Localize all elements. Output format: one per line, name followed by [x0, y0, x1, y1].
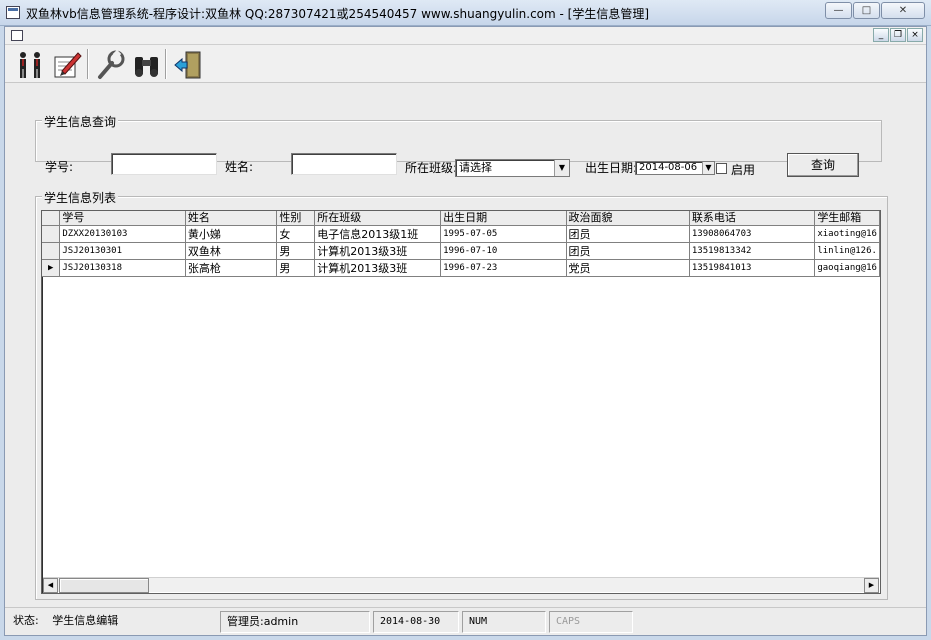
- list-group-label: 学生信息列表: [42, 189, 119, 206]
- mdi-child-bar: _ ❐ ×: [5, 27, 926, 45]
- class-select[interactable]: 请选择 ▼: [455, 159, 570, 177]
- table-row[interactable]: DZXX20130103 黄小娣 女 电子信息2013级1班 1995-07-0…: [42, 225, 880, 243]
- window-titlebar: 双鱼林vb信息管理系统-程序设计:双鱼林 QQ:287307421或254540…: [0, 0, 931, 26]
- table-row[interactable]: ▶ JSJ20130318 张高枪 男 计算机2013级3班 1996-07-2…: [42, 259, 880, 277]
- birth-date-picker[interactable]: 2014-08-06 ▼: [635, 161, 715, 175]
- binoculars-icon: [135, 57, 158, 77]
- scroll-left-icon[interactable]: ◀: [43, 578, 58, 593]
- scroll-thumb[interactable]: [59, 578, 149, 593]
- cell-email[interactable]: linlin@126.: [814, 242, 880, 260]
- column-header[interactable]: 政治面貌: [566, 211, 690, 226]
- exit-button[interactable]: [171, 48, 205, 80]
- close-button[interactable]: ✕: [881, 2, 925, 19]
- app-icon: [6, 6, 20, 19]
- student-id-label: 学号:: [45, 160, 74, 174]
- column-header[interactable]: 学号: [59, 211, 186, 226]
- status-value: 学生信息编辑: [52, 614, 119, 627]
- cell-gender[interactable]: 男: [276, 259, 316, 277]
- minimize-button[interactable]: —: [825, 2, 852, 19]
- cell-politics[interactable]: 党员: [566, 259, 690, 277]
- student-grid[interactable]: 学号 姓名 性别 所在班级 出生日期 政治面貌 联系电话 学生邮箱 DZXX20…: [41, 210, 881, 594]
- cell-name[interactable]: 张高枪: [185, 259, 278, 277]
- cell-class[interactable]: 计算机2013级3班: [314, 242, 442, 260]
- cell-gender[interactable]: 女: [276, 225, 316, 243]
- birth-date-value: 2014-08-06: [639, 162, 698, 173]
- table-row[interactable]: JSJ20130301 双鱼林 男 计算机2013级3班 1996-07-10 …: [42, 242, 880, 260]
- cell-birth-date[interactable]: 1995-07-05: [440, 225, 567, 243]
- window-title: 双鱼林vb信息管理系统-程序设计:双鱼林 QQ:287307421或254540…: [26, 7, 650, 21]
- students-button[interactable]: [13, 48, 47, 80]
- date-panel: 2014-08-30: [373, 611, 459, 633]
- column-header[interactable]: 学生邮箱: [814, 211, 880, 226]
- enable-date-label: 启用: [731, 163, 756, 177]
- current-row-marker[interactable]: ▶: [42, 259, 61, 277]
- toolbar-separator: [165, 49, 167, 79]
- table-header-row: 学号 姓名 性别 所在班级 出生日期 政治面貌 联系电话 学生邮箱: [42, 211, 880, 226]
- cell-student-id[interactable]: DZXX20130103: [59, 225, 186, 243]
- exit-door-icon: [174, 51, 201, 79]
- num-lock-panel: NUM: [462, 611, 546, 633]
- class-select-value: 请选择: [459, 161, 492, 174]
- row-selector[interactable]: [42, 225, 61, 243]
- student-id-input[interactable]: [111, 153, 217, 175]
- status-label: 状态:: [13, 614, 39, 627]
- column-header[interactable]: 出生日期: [440, 211, 567, 226]
- students-icon: [20, 52, 40, 78]
- search-button-toolbar[interactable]: [129, 48, 163, 80]
- cell-politics[interactable]: 团员: [566, 242, 690, 260]
- row-selector[interactable]: [42, 242, 61, 260]
- toolbar: [5, 45, 926, 83]
- column-header[interactable]: 性别: [276, 211, 316, 226]
- name-input[interactable]: [291, 153, 397, 175]
- document-icon: [11, 30, 23, 41]
- cell-birth-date[interactable]: 1996-07-10: [440, 242, 567, 260]
- column-header[interactable]: 联系电话: [689, 211, 816, 226]
- edit-document-icon: [54, 52, 82, 78]
- cell-gender[interactable]: 男: [276, 242, 316, 260]
- main-window: _ ❐ × 学生信息查询 学号: 姓名: 所在班级: 请选择 ▼ 出生日期: 2…: [4, 26, 927, 636]
- mdi-controls: _ ❐ ×: [873, 28, 923, 42]
- scroll-right-icon[interactable]: ▶: [864, 578, 879, 593]
- horizontal-scrollbar[interactable]: ◀ ▶: [43, 577, 879, 593]
- cell-phone[interactable]: 13519841013: [689, 259, 816, 277]
- column-header[interactable]: 所在班级: [314, 211, 442, 226]
- cell-phone[interactable]: 13519813342: [689, 242, 816, 260]
- search-button[interactable]: 查询: [787, 153, 859, 177]
- cell-phone[interactable]: 13908064703: [689, 225, 816, 243]
- cell-politics[interactable]: 团员: [566, 225, 690, 243]
- cell-student-id[interactable]: JSJ20130301: [59, 242, 186, 260]
- cell-student-id[interactable]: JSJ20130318: [59, 259, 186, 277]
- cell-email[interactable]: xiaoting@16: [814, 225, 880, 243]
- status-panel: 状态: 学生信息编辑: [7, 611, 217, 633]
- cell-class[interactable]: 电子信息2013级1班: [314, 225, 442, 243]
- column-header[interactable]: 姓名: [185, 211, 278, 226]
- tools-icon: [98, 49, 125, 79]
- mdi-restore-button[interactable]: ❐: [890, 28, 906, 42]
- query-group-label: 学生信息查询: [42, 113, 119, 130]
- student-table: 学号 姓名 性别 所在班级 出生日期 政治面貌 联系电话 学生邮箱 DZXX20…: [42, 211, 880, 277]
- client-area: 学生信息查询 学号: 姓名: 所在班级: 请选择 ▼ 出生日期: 2014-08…: [5, 83, 926, 613]
- edit-button[interactable]: [49, 48, 83, 80]
- birth-date-label: 出生日期:: [585, 161, 638, 175]
- admin-panel: 管理员:admin: [220, 611, 370, 633]
- maximize-button[interactable]: □: [853, 2, 880, 19]
- cell-class[interactable]: 计算机2013级3班: [314, 259, 442, 277]
- toolbar-separator: [87, 49, 89, 79]
- window-controls: — □ ✕: [825, 2, 925, 19]
- cell-name[interactable]: 黄小娣: [185, 225, 278, 243]
- class-label: 所在班级:: [405, 161, 458, 175]
- name-label: 姓名:: [225, 160, 254, 174]
- caps-lock-panel: CAPS: [549, 611, 633, 633]
- enable-date-checkbox[interactable]: [716, 163, 727, 174]
- status-bar: 状态: 学生信息编辑 管理员:admin 2014-08-30 NUM CAPS: [5, 607, 926, 635]
- cell-birth-date[interactable]: 1996-07-23: [440, 259, 567, 277]
- cell-name[interactable]: 双鱼林: [185, 242, 278, 260]
- mdi-minimize-button[interactable]: _: [873, 28, 889, 42]
- row-selector-header: [42, 211, 61, 226]
- cell-email[interactable]: gaoqiang@16: [814, 259, 880, 277]
- chevron-down-icon[interactable]: ▼: [702, 162, 714, 174]
- tools-button[interactable]: [93, 48, 127, 80]
- chevron-down-icon[interactable]: ▼: [554, 160, 569, 176]
- mdi-close-button[interactable]: ×: [907, 28, 923, 42]
